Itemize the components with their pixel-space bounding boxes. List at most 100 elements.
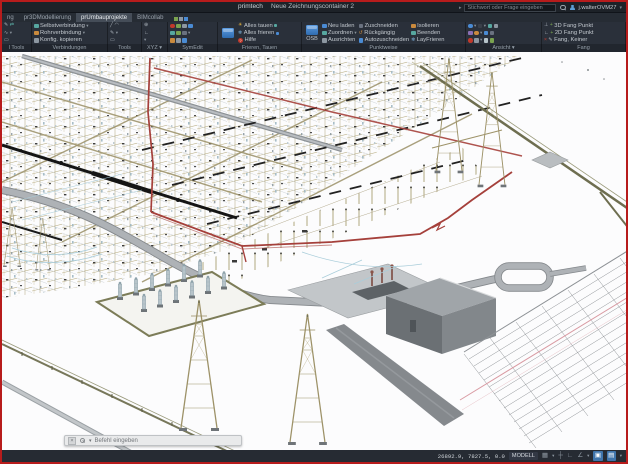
model-viewport[interactable] bbox=[2, 52, 626, 462]
sun-icon: ☀ bbox=[238, 22, 243, 29]
equipment-pad[interactable] bbox=[531, 61, 605, 169]
model-space-button[interactable]: MODELL bbox=[508, 452, 538, 460]
polar-caret-icon[interactable]: ▾ bbox=[587, 451, 589, 461]
pipe-icon bbox=[34, 30, 39, 36]
substation-structure[interactable] bbox=[2, 53, 520, 298]
ribbon-tab-bar: ng pr3DModellierung prUmbauprojekte BIMc… bbox=[2, 13, 626, 22]
grid-toggle-icon[interactable]: ▦ bbox=[542, 451, 548, 461]
sym-orange-icon[interactable] bbox=[170, 38, 175, 43]
help-search-input[interactable]: Stichwort oder Frage eingeben bbox=[464, 3, 557, 12]
group-label: Verbindungen bbox=[52, 45, 87, 51]
swap-icon[interactable]: ⇄ bbox=[10, 23, 14, 28]
view-blue2-icon[interactable] bbox=[483, 30, 489, 36]
view-gray2-icon[interactable] bbox=[474, 38, 479, 43]
btn-selbstverbindung[interactable]: Selbstverbindung ▾ bbox=[34, 22, 105, 29]
btn-neu-laden[interactable]: Neu laden bbox=[322, 22, 357, 29]
quick-tool-icons[interactable] bbox=[174, 17, 189, 21]
schedule-table[interactable] bbox=[459, 242, 626, 449]
view-dark-icon[interactable] bbox=[489, 30, 495, 36]
osb-icon bbox=[306, 24, 318, 35]
tab-pr3dmodellierung[interactable]: pr3DModellierung bbox=[19, 13, 76, 22]
command-line[interactable]: × ▾ Befehl eingeben bbox=[64, 435, 242, 446]
search-icon[interactable] bbox=[559, 4, 566, 11]
move-icon[interactable]: ⊕ bbox=[144, 23, 148, 28]
search-collapse-icon[interactable]: ▸ bbox=[459, 5, 462, 11]
btn-beenden[interactable]: Beenden bbox=[411, 30, 444, 37]
signed-in-user[interactable]: j.walterOVM27 bbox=[578, 5, 616, 11]
line-icon[interactable]: ╱ bbox=[110, 23, 113, 28]
btn-zuschneiden[interactable]: Zuschneiden bbox=[358, 22, 409, 29]
sym-gray2-icon[interactable] bbox=[176, 38, 181, 43]
btn-alles-frieren[interactable]: ❄ Alles frieren bbox=[238, 30, 279, 37]
recent-commands-caret-icon[interactable]: ▾ bbox=[89, 438, 92, 444]
group-tools: ╱ ◠ ✎ ▾ ▭ Tools bbox=[108, 22, 142, 52]
sym-blue2-icon[interactable] bbox=[182, 38, 187, 43]
view-red-icon[interactable] bbox=[468, 38, 473, 43]
btn-ausrichten[interactable]: Ausrichten bbox=[322, 37, 357, 44]
angle-icon[interactable]: ∟ bbox=[144, 30, 149, 36]
selection-cycling-icon[interactable]: ▤ bbox=[606, 451, 616, 461]
sym-teal-icon[interactable] bbox=[170, 30, 175, 36]
view-green-icon[interactable] bbox=[489, 38, 495, 43]
rect2-icon[interactable]: ▭ bbox=[110, 37, 115, 43]
polar-tracking-icon[interactable]: ∠ bbox=[577, 451, 583, 461]
btn-hilfe[interactable]: ? Hilfe bbox=[238, 37, 279, 44]
btn-2d-fang-punkt[interactable]: ∟ + 2D Fang Punkt bbox=[544, 30, 623, 37]
pen2-icon[interactable]: ✎ bbox=[110, 30, 114, 36]
status-menu-caret-icon[interactable]: ▾ bbox=[620, 451, 622, 461]
view-orange-icon[interactable] bbox=[474, 30, 479, 36]
close-icon[interactable]: × bbox=[68, 436, 76, 445]
pen-icon[interactable]: ✎ bbox=[4, 23, 8, 28]
sym-green2-icon[interactable] bbox=[176, 30, 181, 36]
btn-osb[interactable]: OSB bbox=[304, 24, 320, 42]
btn-autozuschneiden[interactable]: Autozuschneiden bbox=[358, 37, 409, 44]
btn-3d-fang-punkt[interactable]: ⊥ + 3D Fang Punkt bbox=[544, 22, 623, 29]
snowflake-icon: ❄ bbox=[238, 29, 243, 36]
view-cube-icon[interactable] bbox=[477, 23, 483, 28]
view-light-icon[interactable] bbox=[483, 38, 489, 43]
tab-prumbauprojekte[interactable]: prUmbauprojekte bbox=[76, 13, 133, 22]
view-teal-icon[interactable] bbox=[487, 23, 493, 28]
wave-icon[interactable]: ∿ bbox=[4, 30, 8, 36]
drawing-area[interactable] bbox=[2, 52, 626, 462]
grid-caret-icon[interactable]: ▾ bbox=[552, 451, 554, 461]
ortho-toggle-icon[interactable]: ∟ bbox=[567, 451, 573, 461]
window-title: primtech Neue Zeichnungscontainer 2 bbox=[238, 3, 354, 10]
arc-icon[interactable]: ◠ bbox=[115, 23, 119, 28]
view-gray-icon[interactable] bbox=[493, 23, 499, 28]
btn-rueckgaengig[interactable]: ↺ Rückgängig bbox=[359, 30, 409, 37]
customize-wrench-icon[interactable] bbox=[79, 437, 86, 444]
osnap-active-icon[interactable]: ▣ bbox=[593, 451, 603, 461]
user-avatar-icon[interactable] bbox=[569, 4, 575, 11]
view-purple-icon[interactable] bbox=[468, 30, 473, 36]
sym-dark-icon[interactable] bbox=[182, 30, 187, 36]
view-sphere-icon[interactable] bbox=[468, 23, 473, 28]
transformer-building[interactable] bbox=[287, 251, 497, 354]
tab-bimcollab[interactable]: BIMcollab bbox=[132, 13, 168, 22]
btn-layer-big[interactable] bbox=[220, 28, 236, 38]
grid-gray-icon[interactable] bbox=[179, 17, 184, 21]
btn-zuordnen[interactable]: Zuordnen ▾ bbox=[322, 30, 357, 37]
btn-alles-tauen[interactable]: ☀ Alles tauen bbox=[238, 22, 279, 29]
snap-toggle-icon[interactable]: ┼ bbox=[558, 451, 563, 461]
sym-gray-icon[interactable] bbox=[182, 23, 187, 28]
rect-icon[interactable]: ▭ bbox=[4, 37, 9, 43]
caret-icon[interactable]: ▾ bbox=[188, 30, 190, 36]
user-menu-caret-icon[interactable]: ▾ bbox=[619, 5, 622, 11]
btn-fang-keiner[interactable]: × ✎ Fang, Keiner bbox=[544, 37, 623, 44]
group-label: SymEdit bbox=[182, 45, 203, 51]
btn-rohrverbindung[interactable]: Rohrverbindung ▾ bbox=[34, 30, 105, 37]
pen-small-icon: ✎ bbox=[548, 36, 553, 43]
record-icon[interactable] bbox=[170, 23, 175, 28]
caret-icon[interactable]: ▾ bbox=[116, 30, 118, 36]
btn-konfig-kopieren[interactable]: Konfig. kopieren bbox=[34, 37, 105, 44]
sym-green-icon[interactable] bbox=[176, 23, 181, 28]
grid-blue-icon[interactable] bbox=[184, 17, 189, 21]
tab-partial[interactable]: ng bbox=[2, 13, 19, 22]
caret-icon[interactable]: ▾ bbox=[144, 37, 146, 43]
btn-layfrieren[interactable]: ❄ LayFrieren bbox=[411, 37, 444, 44]
sym-blue-icon[interactable] bbox=[188, 23, 193, 28]
btn-isolieren[interactable]: Isolieren bbox=[411, 22, 444, 29]
grid-green-icon[interactable] bbox=[174, 17, 179, 21]
caret-icon[interactable]: ▾ bbox=[10, 30, 12, 36]
